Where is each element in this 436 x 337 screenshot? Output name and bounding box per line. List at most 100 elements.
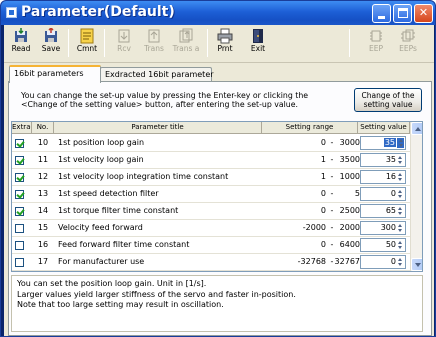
- window-title: Parameter(Default): [21, 4, 175, 20]
- setting-value-spinbox[interactable]: 65: [360, 204, 406, 218]
- spin-buttons[interactable]: [397, 172, 404, 182]
- close-icon: ✕: [418, 6, 429, 19]
- table-row[interactable]: 15 Velocity feed forward -2000-2000 300: [12, 220, 410, 237]
- comment-button[interactable]: Cmnt: [73, 27, 101, 61]
- tab-panel: You can change the set-up value by press…: [8, 81, 432, 336]
- extract-checkbox[interactable]: [15, 207, 24, 216]
- scroll-down-icon[interactable]: [411, 258, 422, 271]
- change-button-line: Change of the: [361, 91, 415, 100]
- receive-button[interactable]: Rcv: [110, 27, 138, 61]
- close-button[interactable]: ✕: [414, 4, 433, 23]
- setting-value-spinbox[interactable]: 16: [360, 170, 406, 184]
- table-row[interactable]: 12 1st velocity loop integration time con…: [12, 169, 410, 186]
- save-button[interactable]: Save: [37, 27, 65, 61]
- spin-down-icon[interactable]: [397, 245, 404, 250]
- setting-value[interactable]: 300: [381, 223, 396, 232]
- exit-button[interactable]: Exit: [244, 27, 272, 61]
- receive-icon: [118, 29, 130, 43]
- header-parameter-title[interactable]: Parameter title: [54, 122, 262, 134]
- scroll-up-icon[interactable]: [411, 122, 422, 135]
- eeprom-all-icon: [401, 29, 415, 42]
- save-label: Save: [41, 44, 61, 53]
- client-area: Read Save Cmnt Rcv Trans Trans a Prnt Ex…: [4, 25, 434, 336]
- header-no[interactable]: No.: [32, 122, 54, 134]
- spin-down-icon[interactable]: [397, 262, 404, 267]
- header-setting-range[interactable]: Setting range: [262, 122, 358, 134]
- spin-down-icon[interactable]: [397, 228, 404, 233]
- maximize-button[interactable]: [393, 4, 412, 23]
- title-bar[interactable]: Parameter(Default) ✕: [1, 1, 435, 25]
- setting-value[interactable]: 0: [391, 189, 396, 198]
- parameter-number: 13: [37, 189, 49, 198]
- comment-label: Cmnt: [76, 44, 98, 53]
- tab-extracted-16bit-parameter[interactable]: Exdracted 16bit parameter: [100, 67, 214, 82]
- extract-checkbox[interactable]: [15, 139, 24, 148]
- range-min: 0: [320, 189, 326, 198]
- spin-buttons[interactable]: [397, 138, 404, 148]
- spin-down-icon[interactable]: [397, 160, 404, 165]
- table-row[interactable]: 17 For manufacturer use -32768-32767 0: [12, 254, 410, 271]
- setting-value[interactable]: 65: [386, 206, 396, 215]
- print-label: Prnt: [217, 44, 233, 53]
- app-icon: [6, 7, 17, 18]
- minimize-button[interactable]: [372, 4, 391, 23]
- eep-button[interactable]: EEP: [362, 27, 390, 61]
- read-label: Read: [11, 44, 31, 53]
- setting-value-spinbox[interactable]: 0: [360, 255, 406, 269]
- setting-value-spinbox[interactable]: 0: [360, 187, 406, 201]
- setting-value-spinbox[interactable]: 35: [360, 136, 406, 150]
- table-row[interactable]: 10 1st position loop gain 0-3000 35: [12, 135, 410, 152]
- setting-value[interactable]: 16: [386, 172, 396, 181]
- maximize-icon: [398, 8, 408, 18]
- spin-buttons[interactable]: [397, 155, 404, 165]
- range-min: 1: [320, 155, 326, 164]
- toolbar-separator: [207, 29, 208, 57]
- spin-down-icon[interactable]: [398, 143, 405, 148]
- transfer-button[interactable]: Trans: [140, 27, 168, 61]
- read-button[interactable]: Read: [7, 27, 35, 61]
- spin-down-icon[interactable]: [397, 177, 404, 182]
- transfer-all-button[interactable]: Trans a: [172, 27, 200, 61]
- exit-icon: [253, 29, 263, 43]
- table-row[interactable]: 14 1st torque filter time constant 0-2500 6…: [12, 203, 410, 220]
- range-max: 3000: [339, 138, 360, 147]
- header-extract[interactable]: Extrac: [12, 122, 32, 134]
- parameter-title: Feed forward filter time constant: [58, 240, 190, 249]
- spin-buttons[interactable]: [397, 189, 404, 199]
- instruction-line: <Change of the setting value> button, af…: [21, 100, 299, 109]
- extract-checkbox[interactable]: [15, 173, 24, 182]
- change-button-line: setting value: [363, 100, 413, 109]
- header-setting-value[interactable]: Setting value: [358, 122, 410, 134]
- extract-checkbox[interactable]: [15, 258, 24, 267]
- spin-buttons[interactable]: [397, 257, 404, 267]
- spin-down-icon[interactable]: [397, 211, 404, 216]
- setting-value[interactable]: 35: [383, 138, 396, 147]
- spin-buttons[interactable]: [397, 206, 404, 216]
- table-row[interactable]: 16 Feed forward filter time constant 0-640…: [12, 237, 410, 254]
- table-row[interactable]: 13 1st speed detection filter 0-5 0: [12, 186, 410, 203]
- spin-down-icon[interactable]: [397, 194, 404, 199]
- tab-16bit-parameters[interactable]: 16bit parameters: [9, 65, 101, 83]
- extract-checkbox[interactable]: [15, 224, 24, 233]
- grid-scrollbar[interactable]: [410, 122, 422, 271]
- range-min: 0: [320, 138, 326, 147]
- range-min: -2000: [302, 223, 326, 232]
- print-button[interactable]: Prnt: [211, 27, 239, 61]
- spin-buttons[interactable]: [397, 240, 404, 250]
- range-max: 5: [354, 189, 360, 198]
- extract-checkbox[interactable]: [15, 156, 24, 165]
- setting-value-spinbox[interactable]: 50: [360, 238, 406, 252]
- parameter-title: Velocity feed forward: [58, 223, 143, 232]
- transfer-all-label: Trans a: [172, 44, 200, 53]
- setting-value[interactable]: 0: [391, 257, 396, 266]
- table-row[interactable]: 11 1st velocity loop gain 1-3500 35: [12, 152, 410, 169]
- setting-value-spinbox[interactable]: 300: [360, 221, 406, 235]
- setting-value-spinbox[interactable]: 35: [360, 153, 406, 167]
- spin-buttons[interactable]: [397, 223, 404, 233]
- setting-value[interactable]: 35: [386, 155, 396, 164]
- eeps-button[interactable]: EEPs: [394, 27, 422, 61]
- extract-checkbox[interactable]: [15, 241, 24, 250]
- change-setting-value-button[interactable]: Change of the setting value: [354, 88, 422, 112]
- extract-checkbox[interactable]: [15, 190, 24, 199]
- setting-value[interactable]: 50: [386, 240, 396, 249]
